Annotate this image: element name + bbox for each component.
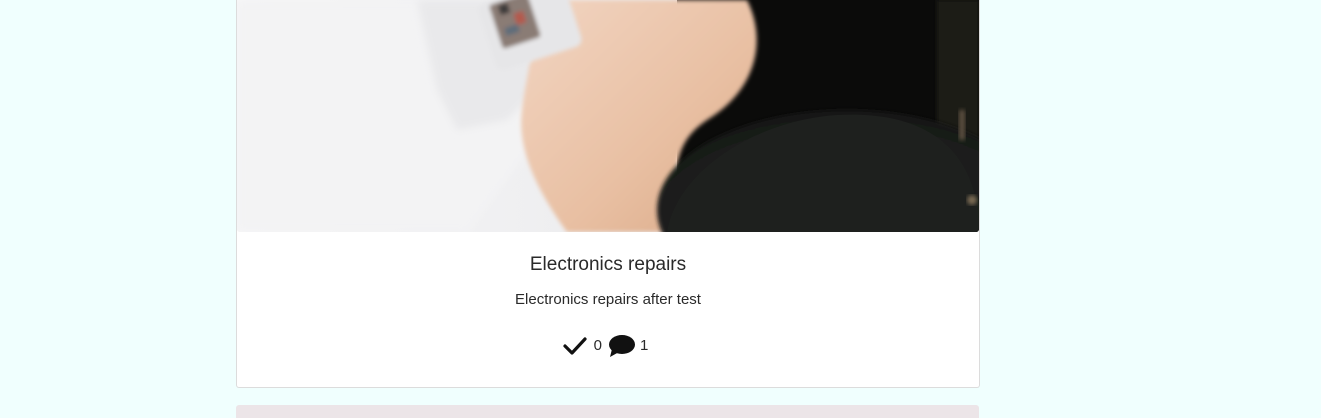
likes-count: 0	[593, 337, 602, 354]
post-image	[237, 0, 979, 232]
likes-stat: 0	[562, 334, 608, 358]
next-post-card	[236, 405, 979, 418]
post-title: Electronics repairs	[529, 254, 687, 275]
comment-bubble-icon[interactable]	[608, 334, 635, 358]
post-image-link[interactable]	[237, 0, 979, 232]
post-card: Electronics repairs Electronics repairs …	[236, 0, 980, 388]
comments-stat: 1	[608, 334, 654, 358]
check-icon[interactable]	[562, 334, 588, 358]
posts-feed: Electronics repairs Electronics repairs …	[0, 0, 1321, 418]
comments-count: 1	[640, 337, 649, 354]
post-stats: 0 1	[237, 334, 979, 358]
post-content: Electronics repairs after test	[515, 291, 701, 308]
